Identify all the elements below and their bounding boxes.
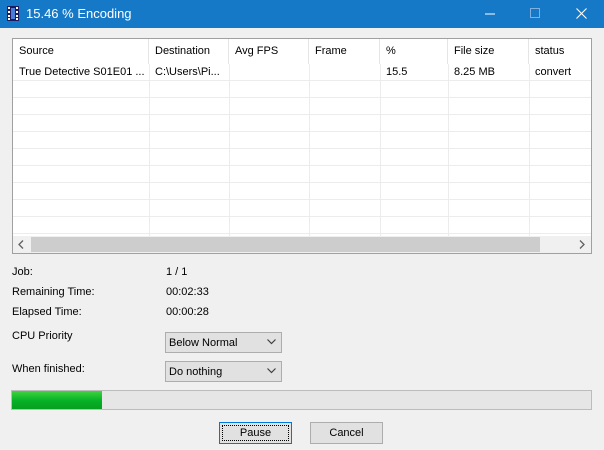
remaining-time-value: 00:02:33 [166, 286, 209, 298]
maximize-button[interactable] [513, 0, 558, 28]
scroll-right-button[interactable] [574, 236, 591, 253]
when-finished-value: Do nothing [169, 366, 223, 378]
minimize-button[interactable] [468, 0, 513, 28]
cell-percent: 15.5 [386, 66, 408, 78]
window-title: 15.46 % Encoding [26, 6, 132, 21]
cell-destination: C:\Users\Pi... [155, 66, 220, 78]
maximize-icon [530, 8, 540, 18]
scrollbar-thumb[interactable] [31, 237, 540, 252]
cpu-priority-value: Below Normal [169, 337, 238, 349]
cell-status: convert [535, 66, 572, 78]
column-header-destination[interactable]: Destination [149, 39, 229, 64]
cell-frame [309, 64, 380, 80]
empty-row [13, 98, 591, 115]
empty-row [13, 166, 591, 183]
chevron-down-icon [267, 339, 276, 345]
column-header-percent[interactable]: % [380, 39, 448, 64]
elapsed-time-value: 00:00:28 [166, 306, 209, 318]
arrow-right-icon [579, 240, 585, 249]
close-icon [576, 8, 587, 19]
encoding-progress-bar [11, 390, 592, 410]
column-header-status[interactable]: status [529, 39, 591, 64]
empty-row [13, 217, 591, 234]
list-body: True Detective S01E01 ... C:\Users\Pi...… [13, 64, 591, 244]
cancel-button[interactable]: Cancel [310, 422, 383, 444]
horizontal-scrollbar[interactable] [13, 236, 591, 253]
cpu-priority-label: CPU Priority [12, 330, 73, 342]
cell-avg-fps [229, 64, 309, 80]
empty-row [13, 183, 591, 200]
empty-row [13, 115, 591, 132]
title-bar[interactable]: 15.46 % Encoding [0, 0, 604, 28]
column-header-source[interactable]: Source [13, 39, 149, 64]
minimize-icon [485, 13, 495, 15]
close-button[interactable] [559, 0, 604, 28]
when-finished-select[interactable]: Do nothing [165, 361, 282, 382]
chevron-down-icon [267, 368, 276, 374]
elapsed-time-label: Elapsed Time: [12, 306, 82, 318]
job-label: Job: [12, 266, 33, 278]
progress-fill [12, 391, 102, 409]
cell-file-size: 8.25 MB [454, 66, 495, 78]
column-header-avg-fps[interactable]: Avg FPS [229, 39, 309, 64]
list-header: Source Destination Avg FPS Frame % File … [13, 39, 591, 64]
job-value: 1 / 1 [166, 266, 188, 278]
cell-source: True Detective S01E01 ... [19, 66, 145, 78]
table-row[interactable]: True Detective S01E01 ... C:\Users\Pi...… [13, 64, 591, 81]
scroll-left-button[interactable] [13, 236, 30, 253]
column-header-frame[interactable]: Frame [309, 39, 380, 64]
when-finished-label: When finished: [12, 363, 85, 375]
pause-button[interactable]: Pause [219, 422, 292, 444]
arrow-left-icon [18, 240, 24, 249]
column-header-file-size[interactable]: File size [448, 39, 529, 64]
cpu-priority-select[interactable]: Below Normal [165, 332, 282, 353]
empty-row [13, 81, 591, 98]
empty-row [13, 132, 591, 149]
empty-row [13, 149, 591, 166]
remaining-time-label: Remaining Time: [12, 286, 95, 298]
job-list[interactable]: Source Destination Avg FPS Frame % File … [12, 38, 592, 254]
film-strip-icon [7, 6, 19, 21]
empty-row [13, 200, 591, 217]
